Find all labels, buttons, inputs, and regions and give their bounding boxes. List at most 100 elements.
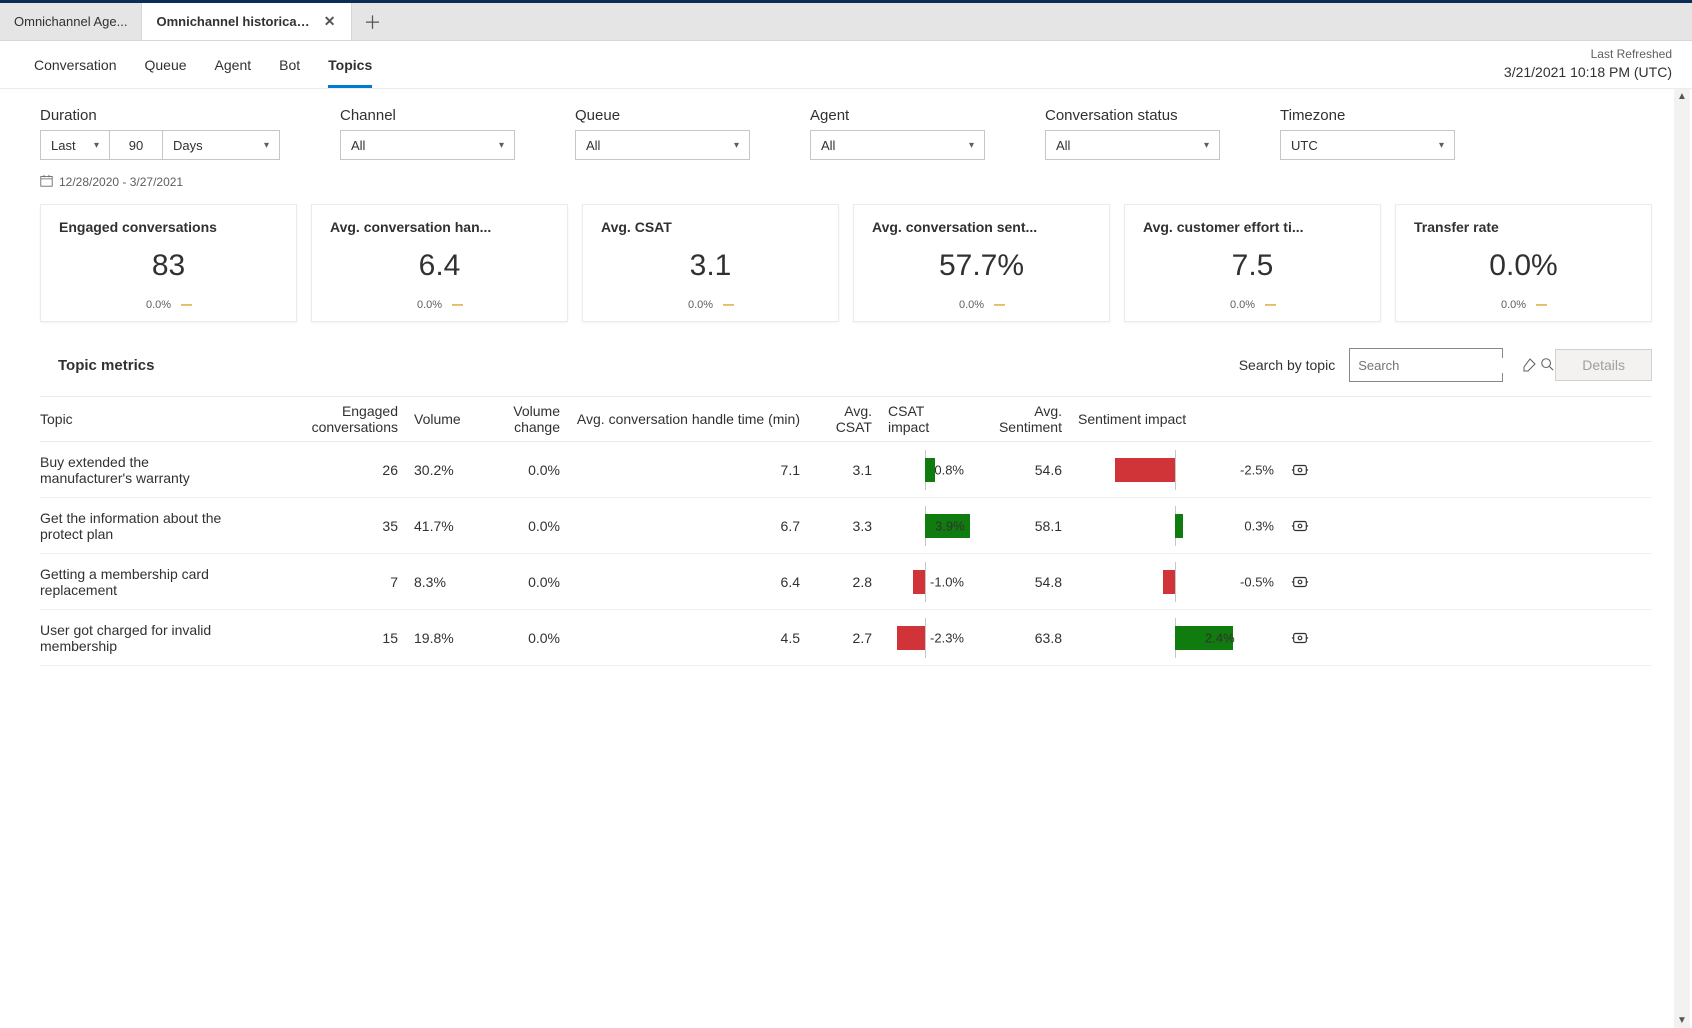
chevron-down-icon: ▾ xyxy=(499,140,504,151)
cell-handle: 4.5 xyxy=(568,624,808,652)
table-row[interactable]: Getting a membership card replacement 7 … xyxy=(40,554,1652,610)
cell-csat-impact-bar: 0.8% xyxy=(880,450,970,490)
chevron-down-icon: ▾ xyxy=(969,140,974,151)
chevron-down-icon: ▾ xyxy=(1439,140,1444,151)
drill-icon[interactable] xyxy=(1280,567,1320,597)
cell-sentiment: 63.8 xyxy=(970,624,1070,652)
filter-channel: Channel All ▾ xyxy=(340,107,515,190)
tab-omnichannel-agent[interactable]: Omnichannel Age... xyxy=(0,3,142,40)
scroll-down-icon[interactable]: ▼ xyxy=(1677,1015,1687,1026)
filter-duration: Duration Last ▾ 90 Days ▾ 12/28/2020 - xyxy=(40,107,280,190)
table-row[interactable]: Buy extended the manufacturer's warranty… xyxy=(40,442,1652,498)
nav-label: Bot xyxy=(279,57,300,73)
nav-label: Queue xyxy=(145,57,187,73)
kpi-title: Avg. conversation sent... xyxy=(872,219,1091,235)
scroll-up-icon[interactable]: ▲ xyxy=(1677,91,1687,102)
kpi-delta: 0.0% xyxy=(688,299,713,311)
filter-queue: Queue All ▾ xyxy=(575,107,750,190)
table-row[interactable]: User got charged for invalid membership … xyxy=(40,610,1652,666)
cell-volume-change: 0.0% xyxy=(468,512,568,540)
agent-select[interactable]: All ▾ xyxy=(810,130,985,160)
kpi-engaged-conversations: Engaged conversations 83 0.0%— xyxy=(40,204,297,322)
vertical-scrollbar[interactable]: ▲ ▼ xyxy=(1674,89,1690,1028)
chevron-down-icon: ▾ xyxy=(734,140,739,151)
drill-icon[interactable] xyxy=(1280,511,1320,541)
col-handle-time[interactable]: Avg. conversation handle time (min) xyxy=(568,405,808,433)
date-range-text: 12/28/2020 - 3/27/2021 xyxy=(59,175,183,189)
col-topic[interactable]: Topic xyxy=(40,405,256,433)
col-avg-csat[interactable]: Avg. CSAT xyxy=(808,397,880,441)
filter-status: Conversation status All ▾ xyxy=(1045,107,1220,190)
kpi-avg-handle-time: Avg. conversation han... 6.4 0.0%— xyxy=(311,204,568,322)
cell-handle: 6.4 xyxy=(568,568,808,596)
col-engaged[interactable]: Engaged conversations xyxy=(256,397,406,441)
nav-bot[interactable]: Bot xyxy=(265,41,314,88)
kpi-avg-effort-time: Avg. customer effort ti... 7.5 0.0%— xyxy=(1124,204,1381,322)
duration-count-input[interactable]: 90 xyxy=(110,130,162,160)
cell-engaged: 7 xyxy=(256,568,406,596)
nav-queue[interactable]: Queue xyxy=(131,41,201,88)
cell-volume: 30.2% xyxy=(406,456,468,484)
timezone-select[interactable]: UTC ▾ xyxy=(1280,130,1455,160)
kpi-value: 7.5 xyxy=(1143,249,1362,283)
cell-csat: 2.8 xyxy=(808,568,880,596)
kpi-delta: 0.0% xyxy=(959,299,984,311)
select-value: 90 xyxy=(129,138,143,153)
col-avg-sentiment[interactable]: Avg. Sentiment xyxy=(970,397,1070,441)
new-tab-button[interactable]: ＋ xyxy=(352,3,392,40)
filter-label: Duration xyxy=(40,107,280,124)
select-value: UTC xyxy=(1291,138,1318,153)
nav-label: Topics xyxy=(328,57,372,73)
nav-agent[interactable]: Agent xyxy=(201,41,266,88)
details-button: Details xyxy=(1555,349,1652,381)
cell-engaged: 26 xyxy=(256,456,406,484)
nav-topics[interactable]: Topics xyxy=(314,41,386,88)
cell-csat: 3.1 xyxy=(808,456,880,484)
col-volume[interactable]: Volume xyxy=(406,405,468,433)
drill-icon[interactable] xyxy=(1280,455,1320,485)
calendar-icon xyxy=(40,174,53,190)
col-volume-change[interactable]: Volume change xyxy=(468,397,568,441)
cell-sentiment: 54.8 xyxy=(970,568,1070,596)
close-icon[interactable]: ✕ xyxy=(322,13,338,30)
search-field[interactable] xyxy=(1358,358,1534,373)
filter-agent: Agent All ▾ xyxy=(810,107,985,190)
kpi-title: Engaged conversations xyxy=(59,219,278,235)
col-csat-impact[interactable]: CSAT impact xyxy=(880,397,970,441)
tab-label: Omnichannel historical an... xyxy=(156,14,311,29)
kpi-title: Avg. customer effort ti... xyxy=(1143,219,1362,235)
chevron-down-icon: ▾ xyxy=(264,140,269,151)
trend-flat-icon: — xyxy=(994,299,1004,311)
drill-icon[interactable] xyxy=(1280,623,1320,653)
channel-select[interactable]: All ▾ xyxy=(340,130,515,160)
search-icon xyxy=(1540,357,1554,374)
kpi-value: 57.7% xyxy=(872,249,1091,283)
nav-conversation[interactable]: Conversation xyxy=(20,41,131,88)
cell-sentiment-impact-bar: 2.4% xyxy=(1070,618,1280,658)
kpi-row: Engaged conversations 83 0.0%— Avg. conv… xyxy=(40,204,1652,322)
tab-omnichannel-historical[interactable]: Omnichannel historical an... ✕ xyxy=(142,3,352,40)
cell-topic: Get the information about the protect pl… xyxy=(40,504,256,548)
cell-sentiment-impact-bar: -0.5% xyxy=(1070,562,1280,602)
col-sentiment-impact[interactable]: Sentiment impact xyxy=(1070,405,1280,433)
kpi-title: Transfer rate xyxy=(1414,219,1633,235)
bar-value: 0.3% xyxy=(1244,518,1274,533)
duration-mode-select[interactable]: Last ▾ xyxy=(40,130,110,160)
kpi-value: 83 xyxy=(59,249,278,283)
duration-unit-select[interactable]: Days ▾ xyxy=(162,130,280,160)
report-content: Duration Last ▾ 90 Days ▾ 12/28/2020 - xyxy=(0,89,1692,1028)
bar-value: -2.5% xyxy=(1240,462,1274,477)
cell-csat-impact-bar: -1.0% xyxy=(880,562,970,602)
status-select[interactable]: All ▾ xyxy=(1045,130,1220,160)
eraser-icon[interactable] xyxy=(1517,353,1541,377)
cell-volume-change: 0.0% xyxy=(468,624,568,652)
queue-select[interactable]: All ▾ xyxy=(575,130,750,160)
bar-value: 2.4% xyxy=(1205,630,1235,645)
cell-engaged: 15 xyxy=(256,624,406,652)
chevron-down-icon: ▾ xyxy=(1204,140,1209,151)
kpi-delta: 0.0% xyxy=(146,299,171,311)
bar-value: -0.5% xyxy=(1240,574,1274,589)
table-row[interactable]: Get the information about the protect pl… xyxy=(40,498,1652,554)
search-input[interactable] xyxy=(1349,348,1503,382)
tab-label: Omnichannel Age... xyxy=(14,14,127,29)
